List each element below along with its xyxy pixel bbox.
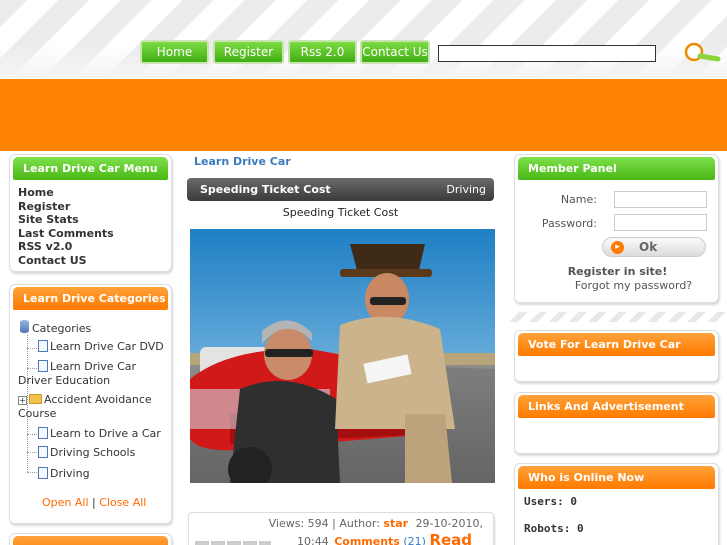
password-input[interactable] xyxy=(614,214,707,231)
categories-box: Learn Drive Categories Categories Learn … xyxy=(9,284,172,524)
database-icon xyxy=(20,320,29,333)
article-title[interactable]: Speeding Ticket Cost xyxy=(200,178,331,201)
open-all-link[interactable]: Open All xyxy=(42,496,89,509)
meta-time: 10:44 xyxy=(297,535,329,545)
links-box: Links And Advertisement xyxy=(514,392,719,454)
tree-item-label: Learn Drive Car DVD xyxy=(50,340,164,353)
document-icon xyxy=(38,467,48,479)
tree-item-driving-schools[interactable]: Driving Schools xyxy=(38,446,135,459)
expand-icon[interactable]: + xyxy=(18,396,27,405)
login-ok-button[interactable]: ▸ Ok xyxy=(602,237,706,257)
menu-item-contact[interactable]: Contact US xyxy=(18,254,171,268)
tree-item-label: Driving Schools xyxy=(50,446,136,459)
article-meta-box: Views: 594 | Author: star 29-10-2010, 10… xyxy=(188,512,494,545)
menu-item-site-stats[interactable]: Site Stats xyxy=(18,213,171,227)
meta-date: 29-10-2010, xyxy=(415,517,483,530)
article-category[interactable]: Driving xyxy=(446,178,486,201)
orange-banner xyxy=(0,79,727,151)
online-box-title: Who is Online Now xyxy=(518,466,715,489)
article-title-bar: Speeding Ticket Cost Driving xyxy=(187,178,494,201)
tree-item-dvd[interactable]: Learn Drive Car DVD xyxy=(38,340,164,353)
tree-control-separator: | xyxy=(92,496,96,509)
tree-item-label: Driving xyxy=(50,467,90,480)
left-partial-box-header xyxy=(13,536,168,545)
links-box-title: Links And Advertisement xyxy=(518,395,715,418)
dotted-divider xyxy=(508,312,727,322)
document-icon xyxy=(38,360,48,372)
password-label: Password: xyxy=(541,217,597,230)
online-box: Who is Online Now Users: 0 Robots: 0 xyxy=(514,463,719,545)
tree-item-driver-education[interactable]: Learn Drive Car Driver Education xyxy=(18,360,136,388)
tree-item-label: Accident Avoidance xyxy=(44,393,152,406)
search-input[interactable] xyxy=(438,45,656,62)
rating-stars[interactable] xyxy=(195,541,271,545)
article-subtitle: Speeding Ticket Cost xyxy=(282,206,399,219)
read-more-link[interactable]: Read xyxy=(429,531,472,545)
article-meta-line-1: Views: 594 | Author: star 29-10-2010, xyxy=(269,517,483,530)
left-partial-box xyxy=(9,533,172,545)
menu-box: Learn Drive Car Menu Home Register Site … xyxy=(9,154,172,272)
menu-item-home[interactable]: Home xyxy=(18,186,171,200)
categories-box-title: Learn Drive Categories xyxy=(13,287,168,310)
search-icon[interactable] xyxy=(681,42,721,64)
tree-item-learn-to-drive[interactable]: Learn to Drive a Car xyxy=(38,427,161,440)
document-icon xyxy=(38,446,48,458)
menu-box-title: Learn Drive Car Menu xyxy=(13,157,168,180)
login-ok-label: Ok xyxy=(639,240,658,254)
menu-list: Home Register Site Stats Last Comments R… xyxy=(10,180,171,268)
article-meta-line-2: 10:44 Comments (21) Read xyxy=(297,531,472,545)
meta-comment-count: (21) xyxy=(403,535,426,545)
header: Home Register Rss 2.0 Contact Us xyxy=(0,0,727,78)
menu-item-register[interactable]: Register xyxy=(18,200,171,214)
document-icon xyxy=(38,427,48,439)
member-panel-box: Member Panel Name: Password: ▸ Ok Regist… xyxy=(514,154,719,303)
menu-item-rss[interactable]: RSS v2.0 xyxy=(18,240,171,254)
close-all-link[interactable]: Close All xyxy=(99,496,146,509)
document-icon xyxy=(38,340,48,352)
tree-item-label: Learn Drive Car xyxy=(50,360,137,373)
arrow-right-icon: ▸ xyxy=(611,241,624,254)
tree-root[interactable]: Categories xyxy=(20,320,91,335)
tree-item-label: Course xyxy=(18,407,57,420)
tree-root-label: Categories xyxy=(32,322,92,335)
meta-views: Views: 594 | Author: xyxy=(268,517,380,530)
member-panel-title: Member Panel xyxy=(518,157,715,180)
meta-comments-link[interactable]: Comments xyxy=(334,535,400,545)
tree-item-accident-avoidance[interactable]: + Accident Avoidance Course xyxy=(18,393,152,421)
tree-item-label: Driver Education xyxy=(18,374,111,387)
nav-home-button[interactable]: Home xyxy=(140,40,209,64)
online-robots: Robots: 0 xyxy=(524,522,584,535)
tree-controls: Open All | Close All xyxy=(42,496,146,509)
tree-line xyxy=(27,472,37,473)
name-label: Name: xyxy=(560,193,597,206)
nav-register-button[interactable]: Register xyxy=(213,40,284,64)
menu-item-last-comments[interactable]: Last Comments xyxy=(18,227,171,241)
nav-contact-button[interactable]: Contact Us xyxy=(360,40,430,64)
vote-box-title: Vote For Learn Drive Car xyxy=(518,333,715,356)
article-image xyxy=(190,229,495,483)
tree-item-label: Learn to Drive a Car xyxy=(50,427,161,440)
tree-line xyxy=(27,434,37,435)
breadcrumb[interactable]: Learn Drive Car xyxy=(194,155,291,168)
folder-icon xyxy=(29,394,42,404)
tree-item-driving[interactable]: Driving xyxy=(38,467,90,480)
nav-rss-button[interactable]: Rss 2.0 xyxy=(288,40,357,64)
meta-author[interactable]: star xyxy=(383,517,408,530)
online-users: Users: 0 xyxy=(524,495,577,508)
vote-box: Vote For Learn Drive Car xyxy=(514,330,719,382)
forgot-password-link[interactable]: Forgot my password? xyxy=(515,279,720,292)
register-in-site-link[interactable]: Register in site! xyxy=(515,265,720,278)
tree-line xyxy=(27,348,37,349)
name-input[interactable] xyxy=(614,191,707,208)
tree-line xyxy=(27,452,37,453)
